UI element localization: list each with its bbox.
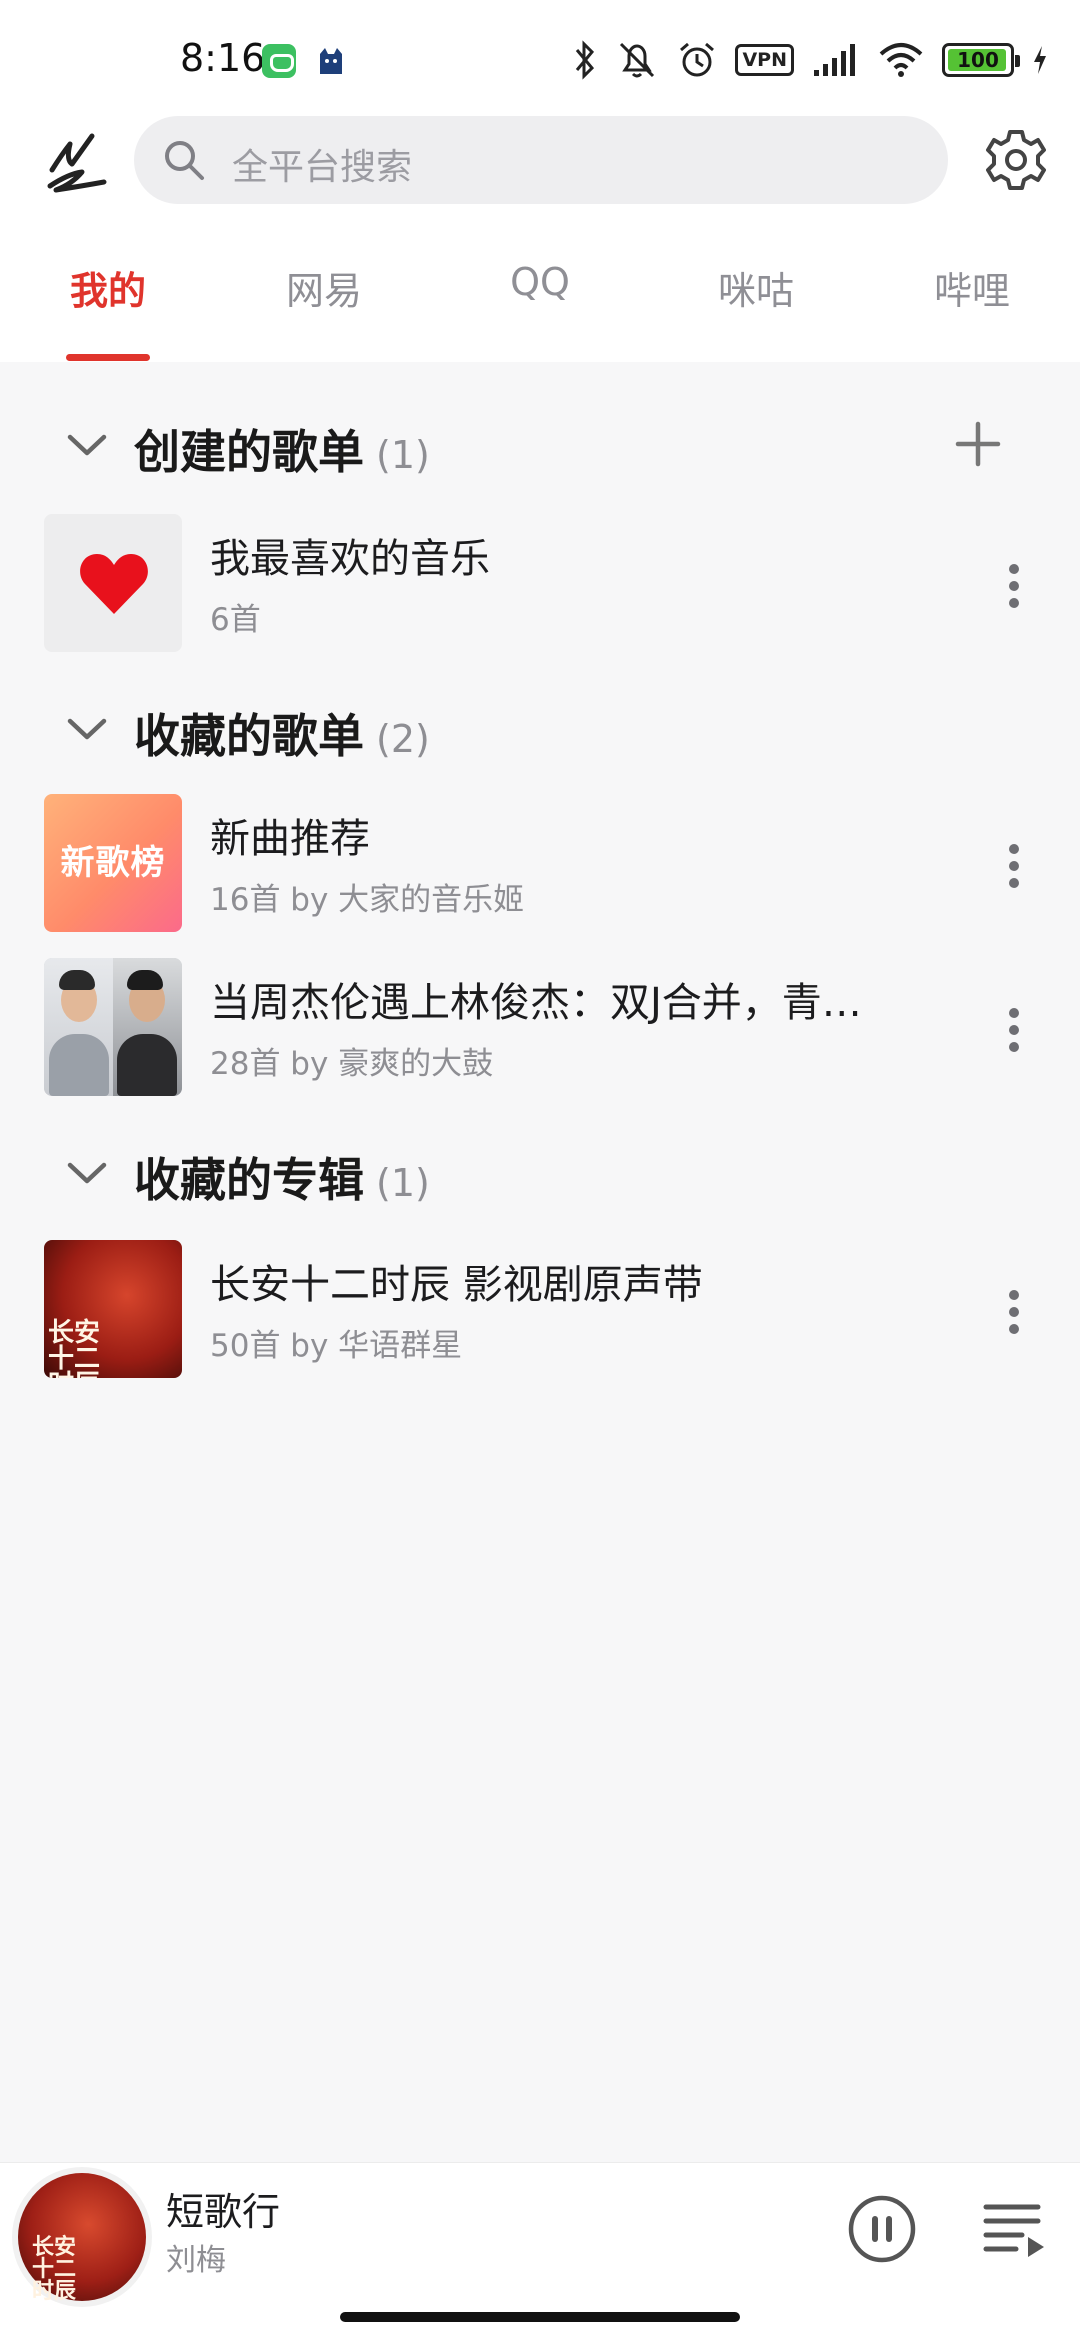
top-header: 全平台搜索 bbox=[0, 110, 1080, 230]
status-icons: VPN 100 bbox=[573, 36, 1048, 84]
more-dot bbox=[1009, 1042, 1019, 1052]
playlist-item-jay-jj[interactable]: 当周杰伦遇上林俊杰：双J合并，青… 28首 by 豪爽的大鼓 bbox=[0, 958, 1080, 1098]
section-title: 收藏的歌单 (2) bbox=[134, 700, 430, 766]
cat-notification-icon bbox=[320, 48, 342, 74]
status-time: 8:16 bbox=[180, 36, 266, 80]
app-notification-icon bbox=[262, 44, 296, 78]
cover-person bbox=[113, 958, 182, 1096]
wifi-icon bbox=[879, 43, 923, 77]
now-playing-cover-text: 长安十二时辰 bbox=[32, 2235, 77, 2304]
search-bar[interactable]: 全平台搜索 bbox=[134, 116, 948, 204]
album-item-changan[interactable]: 长安十二时辰 长安十二时辰 影视剧原声带 50首 by 华语群星 bbox=[0, 1240, 1080, 1380]
playlist-cover-photo bbox=[44, 958, 182, 1096]
playlist-subtitle: 16首 by 大家的音乐姬 bbox=[210, 882, 525, 918]
more-dot bbox=[1009, 861, 1019, 871]
pause-button[interactable] bbox=[846, 2193, 918, 2265]
now-playing-artist: 刘梅 bbox=[166, 2243, 226, 2278]
more-dot bbox=[1009, 1008, 1019, 1018]
more-dot bbox=[1009, 1324, 1019, 1334]
add-playlist-button[interactable] bbox=[952, 418, 1004, 470]
now-playing-title: 短歌行 bbox=[166, 2190, 281, 2234]
album-cover-text: 长安十二时辰 bbox=[48, 1318, 101, 1378]
battery-indicator: 100 bbox=[942, 43, 1020, 77]
section-count: (2) bbox=[376, 717, 430, 761]
tab-mine[interactable]: 我的 bbox=[38, 260, 178, 320]
section-count: (1) bbox=[376, 1161, 430, 1205]
section-count: (1) bbox=[376, 433, 430, 477]
album-cover: 长安十二时辰 bbox=[44, 1240, 182, 1378]
section-collected-playlists[interactable]: 收藏的歌单 (2) bbox=[0, 688, 1080, 768]
chevron-down-icon bbox=[67, 718, 107, 740]
active-tab-indicator bbox=[66, 354, 150, 361]
playlist-title: 我最喜欢的音乐 bbox=[210, 536, 490, 582]
charging-icon bbox=[1034, 46, 1046, 74]
playlist-subtitle: 28首 by 豪爽的大鼓 bbox=[210, 1046, 494, 1082]
playlist-title: 当周杰伦遇上林俊杰：双J合并，青… bbox=[210, 980, 862, 1026]
playlist-title: 新曲推荐 bbox=[210, 816, 370, 862]
playlist-cover bbox=[44, 514, 182, 652]
battery-level: 100 bbox=[957, 48, 999, 72]
more-dot bbox=[1009, 844, 1019, 854]
section-created-playlists[interactable]: 创建的歌单 (1) bbox=[0, 404, 1080, 484]
signal-icon bbox=[814, 44, 855, 76]
chevron-down-icon bbox=[67, 434, 107, 456]
more-options-button[interactable] bbox=[996, 838, 1032, 894]
playlist-cover: 新歌榜 bbox=[44, 794, 182, 932]
section-title-text: 收藏的歌单 bbox=[134, 709, 364, 763]
album-subtitle: 50首 by 华语群星 bbox=[210, 1328, 463, 1364]
more-options-button[interactable] bbox=[996, 558, 1032, 614]
section-title-text: 收藏的专辑 bbox=[134, 1153, 364, 1207]
now-playing-cover[interactable]: 长安十二时辰 bbox=[18, 2173, 146, 2304]
cover-person-hair bbox=[127, 970, 163, 990]
source-tabs: 我的 网易 QQ 咪咕 哔哩 bbox=[0, 230, 1080, 362]
more-dot bbox=[1009, 1307, 1019, 1317]
more-dot bbox=[1009, 564, 1019, 574]
gear-icon[interactable] bbox=[980, 124, 1052, 196]
mute-bell-icon bbox=[620, 42, 655, 78]
cover-person-hair bbox=[59, 970, 95, 990]
playlist-subtitle: 6首 bbox=[210, 602, 261, 638]
section-title: 创建的歌单 (1) bbox=[134, 416, 430, 482]
more-options-button[interactable] bbox=[996, 1284, 1032, 1340]
bluetooth-icon bbox=[576, 40, 595, 80]
home-indicator[interactable] bbox=[340, 2312, 740, 2322]
tab-migu[interactable]: 咪咕 bbox=[686, 260, 826, 320]
status-bar: 8:16 VPN 100 bbox=[0, 0, 1080, 110]
cover-person-body bbox=[49, 1034, 109, 1096]
album-title: 长安十二时辰 影视剧原声带 bbox=[210, 1262, 703, 1308]
more-dot bbox=[1009, 878, 1019, 888]
more-options-button[interactable] bbox=[996, 1002, 1032, 1058]
playlist-item-new-songs[interactable]: 新歌榜 新曲推荐 16首 by 大家的音乐姬 bbox=[0, 794, 1080, 934]
playlist-queue-button[interactable] bbox=[982, 2197, 1048, 2263]
cover-person bbox=[44, 958, 113, 1096]
alarm-icon bbox=[680, 42, 715, 77]
section-title: 收藏的专辑 (1) bbox=[134, 1144, 430, 1210]
playlist-item-favorites[interactable]: 我最喜欢的音乐 6首 bbox=[0, 514, 1080, 654]
more-dot bbox=[1009, 1290, 1019, 1300]
chevron-down-icon bbox=[67, 1162, 107, 1184]
more-dot bbox=[1009, 598, 1019, 608]
app-logo-icon[interactable] bbox=[42, 124, 114, 204]
more-dot bbox=[1009, 581, 1019, 591]
more-dot bbox=[1009, 1025, 1019, 1035]
tab-qq[interactable]: QQ bbox=[470, 260, 610, 320]
cover-person-body bbox=[117, 1034, 177, 1096]
vpn-badge: VPN bbox=[735, 44, 794, 76]
search-icon bbox=[165, 141, 204, 180]
section-collected-albums[interactable]: 收藏的专辑 (1) bbox=[0, 1132, 1080, 1212]
tab-netease[interactable]: 网易 bbox=[254, 260, 394, 320]
heart-icon bbox=[80, 554, 148, 614]
tab-bilibili[interactable]: 哔哩 bbox=[902, 260, 1042, 320]
battery-cap bbox=[1015, 55, 1020, 67]
search-placeholder: 全平台搜索 bbox=[232, 147, 413, 188]
section-title-text: 创建的歌单 bbox=[134, 425, 364, 479]
